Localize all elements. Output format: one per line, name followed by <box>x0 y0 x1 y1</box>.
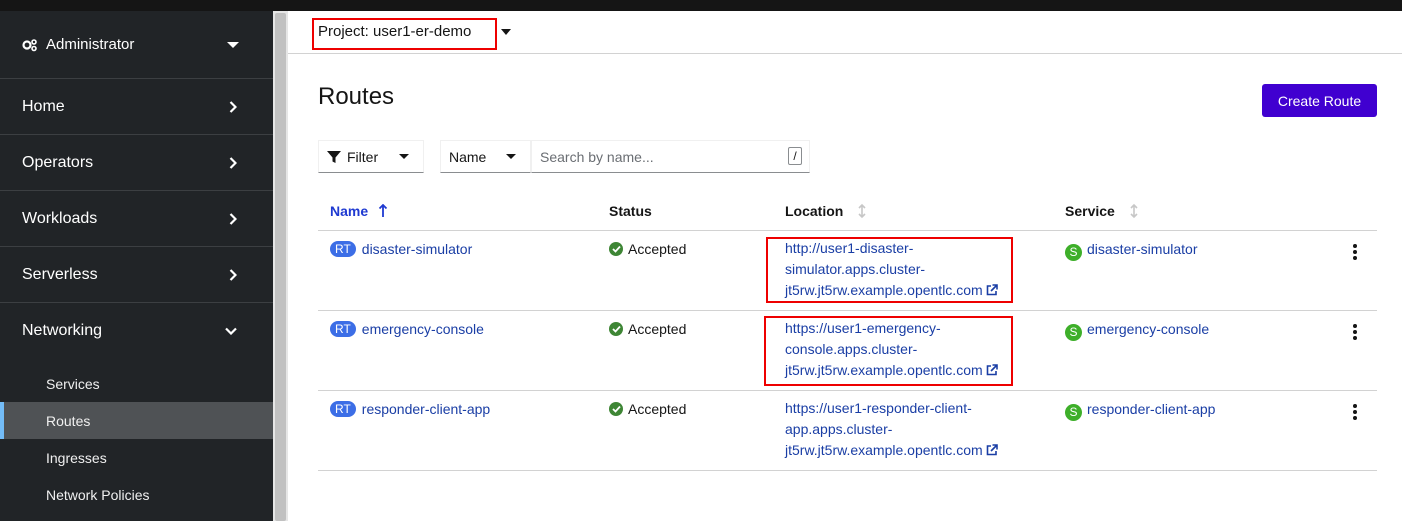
column-header-label: Service <box>1065 203 1115 219</box>
sidebar: Administrator Home Operators Workloads S… <box>0 11 273 521</box>
service-cell: Sresponder-client-app <box>1065 401 1215 421</box>
table-row: RT emergency-console Accepted https://use… <box>318 311 1377 391</box>
location-line: https://user1-responder-client- <box>785 400 972 416</box>
route-name-cell: RT emergency-console <box>330 321 484 337</box>
column-header-service[interactable]: Service <box>1065 203 1139 219</box>
sort-icon <box>857 203 867 219</box>
column-header-status[interactable]: Status <box>609 203 652 219</box>
service-badge: S <box>1065 244 1082 261</box>
nav-section-label: Workloads <box>22 209 98 227</box>
filter-label: Filter <box>347 148 379 165</box>
sidebar-item-network-policies[interactable]: Network Policies <box>0 476 273 513</box>
service-badge: S <box>1065 324 1082 341</box>
column-header-location[interactable]: Location <box>785 203 867 219</box>
search-input[interactable] <box>531 140 810 173</box>
chevron-right-icon <box>229 100 237 113</box>
external-link-icon <box>986 441 998 462</box>
caret-down-icon[interactable] <box>501 29 511 35</box>
nav-section-workloads[interactable]: Workloads <box>0 191 273 247</box>
chevron-down-icon <box>225 327 237 335</box>
column-header-label: Location <box>785 203 844 219</box>
name-filter-label: Name <box>449 148 487 165</box>
route-name-cell: RT disaster-simulator <box>330 241 472 257</box>
nav-section-home[interactable]: Home <box>0 79 273 135</box>
route-name-cell: RT responder-client-app <box>330 401 490 417</box>
location-link[interactable]: https://user1-responder-client-app.apps.… <box>785 400 998 458</box>
sort-ascending-icon <box>378 204 388 218</box>
name-filter-dropdown[interactable]: Name <box>440 140 531 173</box>
caret-down-icon <box>506 154 516 159</box>
table-row: RT disaster-simulator Accepted http://use… <box>318 231 1377 311</box>
route-badge: RT <box>330 321 356 337</box>
nav-section-label: Networking <box>22 322 103 339</box>
highlight-box <box>766 237 1013 303</box>
service-link[interactable]: emergency-console <box>1087 321 1209 337</box>
nav-section-label: Serverless <box>22 265 98 283</box>
nav-section-serverless[interactable]: Serverless <box>0 247 273 303</box>
check-circle-icon <box>609 242 623 256</box>
check-circle-icon <box>609 402 623 416</box>
status-text: Accepted <box>628 241 687 257</box>
status-cell: Accepted <box>609 321 686 337</box>
create-route-button[interactable]: Create Route <box>1262 84 1377 117</box>
sidebar-item-ingresses[interactable]: Ingresses <box>0 439 273 476</box>
column-header-label: Name <box>330 203 369 219</box>
column-header-label: Status <box>609 203 652 219</box>
filter-dropdown[interactable]: Filter <box>318 140 424 173</box>
gears-icon <box>22 37 38 53</box>
keyboard-shortcut-hint: / <box>788 147 802 165</box>
nav-section-networking[interactable]: Networking <box>0 303 273 359</box>
project-bar: Project: user1-er-demo <box>288 11 1402 54</box>
masthead <box>0 0 1402 11</box>
route-link[interactable]: responder-client-app <box>362 401 490 417</box>
route-badge: RT <box>330 241 356 257</box>
location-line: app.apps.cluster- <box>785 421 893 437</box>
caret-down-icon <box>227 41 239 48</box>
kebab-menu-icon[interactable] <box>1353 244 1357 260</box>
highlight-box <box>764 316 1013 386</box>
sidebar-scrollbar-thumb[interactable] <box>275 13 286 521</box>
service-link[interactable]: disaster-simulator <box>1087 241 1197 257</box>
nav-section-label: Home <box>22 97 65 115</box>
location-cell: https://user1-responder-client-app.apps.… <box>785 398 1005 462</box>
service-cell: Semergency-console <box>1065 321 1209 341</box>
status-cell: Accepted <box>609 241 686 257</box>
main-content: Project: user1-er-demo Routes Create Rou… <box>288 11 1402 521</box>
sidebar-item-routes[interactable]: Routes <box>0 402 273 439</box>
nav-section-label: Operators <box>22 153 94 171</box>
page-title: Routes <box>318 83 395 110</box>
caret-down-icon <box>399 154 409 159</box>
table-row: RT responder-client-app Accepted https://… <box>318 391 1377 471</box>
service-link[interactable]: responder-client-app <box>1087 401 1215 417</box>
status-text: Accepted <box>628 321 687 337</box>
table-header: Name Status Location Service <box>318 196 1377 231</box>
chevron-right-icon <box>229 268 237 281</box>
status-cell: Accepted <box>609 401 686 417</box>
networking-subnav: Services Routes Ingresses Network Polici… <box>0 359 273 513</box>
filter-icon <box>327 150 341 164</box>
column-header-name[interactable]: Name <box>330 203 388 219</box>
service-cell: Sdisaster-simulator <box>1065 241 1197 261</box>
nav-section-operators[interactable]: Operators <box>0 135 273 191</box>
route-badge: RT <box>330 401 356 417</box>
chevron-right-icon <box>229 212 237 225</box>
check-circle-icon <box>609 322 623 336</box>
kebab-menu-icon[interactable] <box>1353 324 1357 340</box>
perspective-switcher[interactable]: Administrator <box>0 11 273 79</box>
perspective-label: Administrator <box>46 36 135 53</box>
route-link[interactable]: disaster-simulator <box>362 241 472 257</box>
sort-icon <box>1129 203 1139 219</box>
service-badge: S <box>1065 404 1082 421</box>
status-text: Accepted <box>628 401 687 417</box>
project-selector[interactable]: Project: user1-er-demo <box>318 23 471 40</box>
sidebar-item-services[interactable]: Services <box>0 365 273 402</box>
location-line: jt5rw.jt5rw.example.opentlc.com <box>785 442 983 458</box>
kebab-menu-icon[interactable] <box>1353 404 1357 420</box>
chevron-right-icon <box>229 156 237 169</box>
route-link[interactable]: emergency-console <box>362 321 484 337</box>
